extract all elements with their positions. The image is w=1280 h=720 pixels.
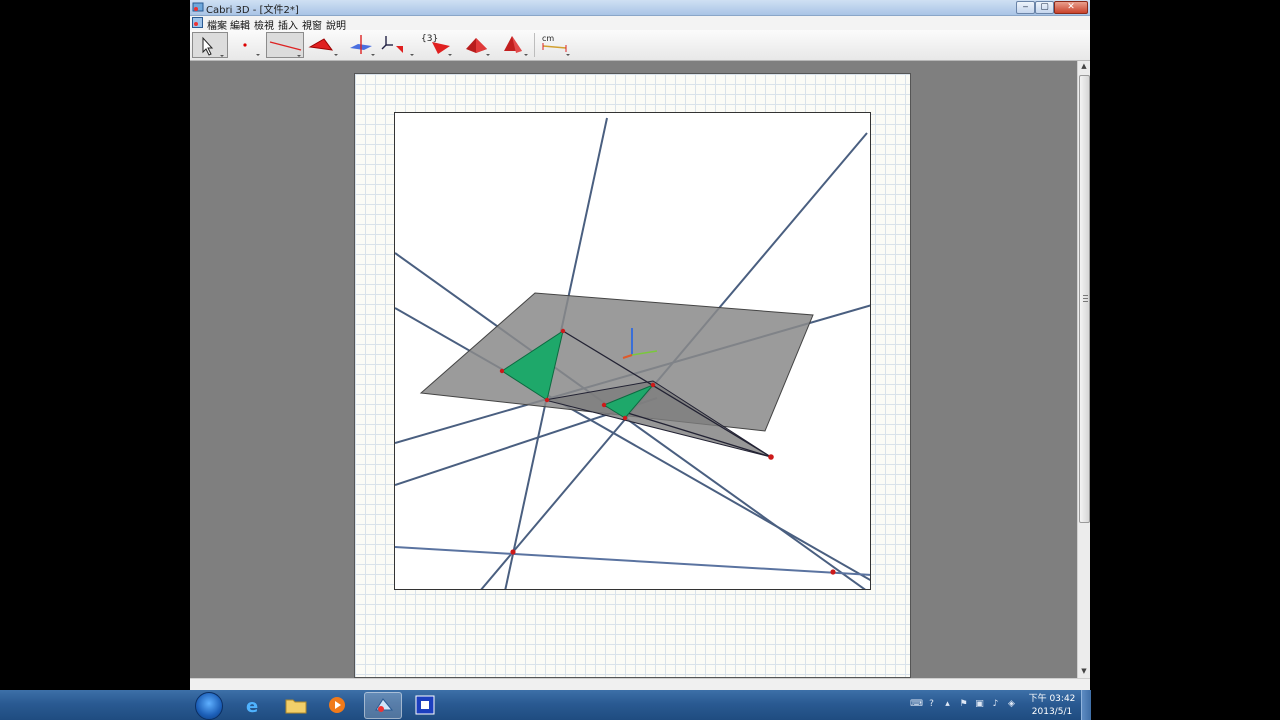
keyboard-icon[interactable]: ⌨ (910, 699, 923, 710)
pointer-icon (202, 36, 224, 57)
close-button[interactable]: ✕ (1054, 1, 1088, 14)
tool-pointer[interactable] (192, 32, 228, 58)
document-icon[interactable] (192, 17, 203, 28)
tool-transformation[interactable] (380, 32, 418, 58)
status-strip (190, 678, 1090, 690)
toolbar: {3} cm (190, 30, 1090, 61)
tool-polygon[interactable] (306, 32, 342, 58)
3d-scene[interactable] (395, 113, 871, 590)
system-tray: ⌨ ? ▴ ⚑ ▣ ♪ ◈ (910, 692, 1030, 718)
point[interactable] (560, 328, 566, 334)
point-icon (243, 43, 260, 56)
perpendicular-plane-icon (350, 35, 375, 56)
clock-time: 下午 03:42 (1028, 694, 1076, 704)
point[interactable] (510, 549, 516, 555)
measure-label: cm (542, 34, 554, 43)
maximize-button[interactable]: ▢ (1035, 1, 1054, 14)
svg-text:e: e (246, 696, 258, 715)
point[interactable] (601, 402, 607, 408)
point[interactable] (650, 382, 656, 388)
transformation-icon (381, 36, 414, 56)
set-label: {3} (421, 34, 438, 44)
line-7[interactable] (395, 546, 871, 576)
blue-app-icon (415, 695, 435, 715)
taskbar-media-player[interactable] (318, 692, 356, 719)
workspace (190, 61, 1077, 678)
clock[interactable]: 下午 03:42 2013/5/1 (1026, 693, 1078, 719)
flag-icon[interactable]: ⚑ (958, 699, 969, 710)
folder-icon (285, 699, 307, 714)
point[interactable] (622, 415, 628, 421)
scroll-up-arrow-icon[interactable]: ▲ (1078, 61, 1090, 72)
toolbar-separator (534, 33, 535, 57)
start-button[interactable] (195, 692, 223, 720)
tray-arrow-icon[interactable]: ▴ (942, 699, 953, 710)
tool-regular-polygon[interactable]: {3} (420, 32, 456, 58)
line-icon (269, 41, 302, 57)
help-icon[interactable]: ? (926, 699, 937, 710)
ruler-icon: cm (542, 34, 570, 56)
cabri-window: Cabri 3D - [文件2*] ‒ ▢ ✕ 檔案 編輯 檢視 插入 視窗 說… (190, 0, 1090, 690)
pyramid-icon (504, 36, 528, 56)
tool-measurement[interactable]: cm (538, 32, 574, 58)
media-player-icon (329, 697, 345, 713)
tool-pyramid[interactable] (498, 32, 532, 58)
tool-point[interactable] (234, 32, 262, 58)
vertical-scrollbar[interactable]: ▲ ▼ (1077, 61, 1090, 678)
taskbar-cabri-3d[interactable] (364, 692, 402, 719)
taskbar-internet-explorer[interactable]: e (234, 692, 272, 719)
polygon-icon (308, 38, 338, 56)
network-icon[interactable]: ▣ (974, 699, 985, 710)
minimize-button[interactable]: ‒ (1016, 1, 1035, 14)
clock-date: 2013/5/1 (1031, 707, 1073, 717)
point[interactable] (830, 569, 836, 575)
point[interactable] (499, 368, 505, 374)
menu-bar: 檔案 編輯 檢視 插入 視窗 說明 (190, 16, 1090, 32)
scroll-down-arrow-icon[interactable]: ▼ (1078, 666, 1090, 677)
tool-polyhedron[interactable] (462, 32, 494, 58)
taskbar-blue-app[interactable] (406, 692, 444, 719)
cabri-icon (375, 698, 394, 712)
internet-explorer-icon: e (246, 696, 258, 715)
show-desktop-button[interactable] (1081, 690, 1091, 720)
3d-view[interactable] (394, 112, 871, 590)
tool-line[interactable] (266, 32, 304, 58)
security-icon[interactable]: ◈ (1006, 699, 1017, 710)
taskbar-file-explorer[interactable] (276, 692, 314, 719)
volume-icon[interactable]: ♪ (990, 699, 1001, 710)
title-bar[interactable]: Cabri 3D - [文件2*] ‒ ▢ ✕ (190, 0, 1090, 16)
window-title: Cabri 3D - [文件2*] (206, 5, 299, 16)
cabri-app-icon (192, 2, 204, 12)
scroll-thumb[interactable] (1079, 75, 1090, 523)
tool-perpendicular[interactable] (345, 32, 377, 58)
point[interactable] (544, 397, 550, 403)
grid-paper (354, 73, 911, 678)
regular-polygon-icon: {3} (421, 34, 452, 56)
polyhedron-icon (466, 38, 490, 56)
point[interactable] (768, 454, 774, 460)
